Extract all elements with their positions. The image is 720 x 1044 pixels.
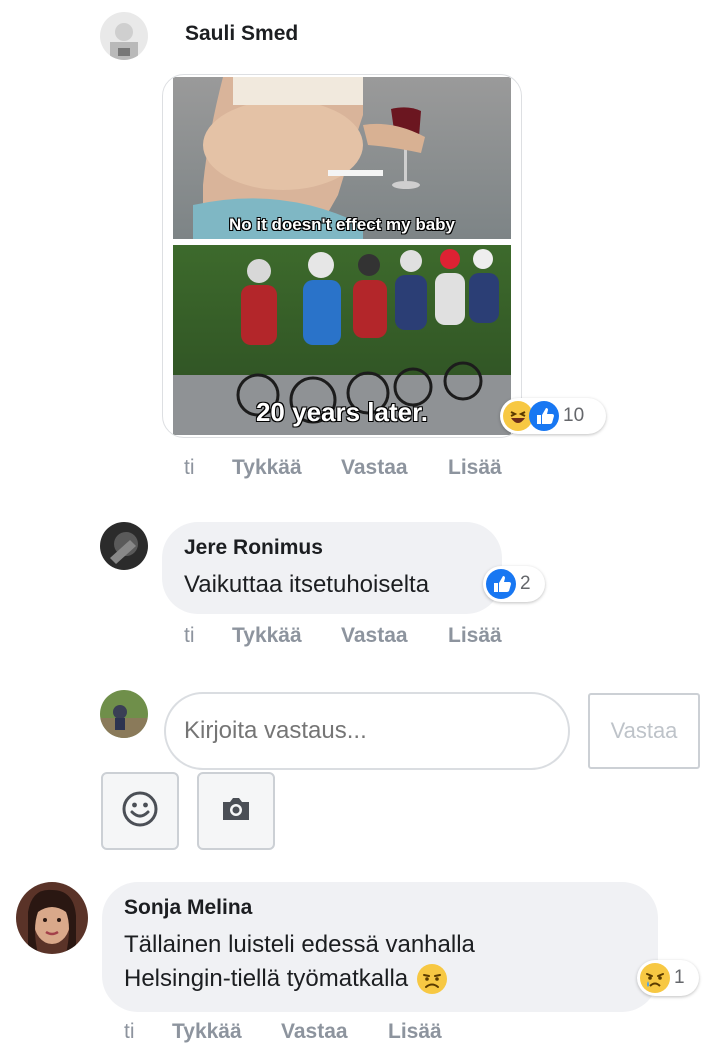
comment-actions: ti Tykkää Vastaa Lisää <box>0 624 720 654</box>
comment-actions: ti Tykkää Vastaa Lisää <box>0 456 720 486</box>
worried-face-emoji <box>416 963 448 995</box>
avatar-current-user <box>100 690 148 738</box>
reaction-summary[interactable]: 2 <box>483 566 545 602</box>
avatar-jere-ronimus[interactable] <box>100 522 148 570</box>
comment-bubble: Jere Ronimus Vaikuttaa itsetuhoiselta <box>162 522 502 614</box>
comment-text: Vaikuttaa itsetuhoiselta <box>184 571 430 598</box>
reply-button[interactable]: Vastaa <box>341 456 408 480</box>
reply-button[interactable]: Vastaa <box>281 1020 348 1044</box>
timestamp[interactable]: ti <box>124 1020 135 1044</box>
more-button[interactable]: Lisää <box>448 624 502 648</box>
timestamp[interactable]: ti <box>184 624 195 648</box>
comment-actions: ti Tykkää Vastaa Lisää <box>0 1020 720 1044</box>
photo-top-caption: No it doesn't effect my baby <box>228 215 456 234</box>
like-icon <box>486 569 516 599</box>
photo-illustration <box>173 77 511 435</box>
reaction-count: 10 <box>563 405 585 426</box>
reply-button[interactable]: Vastaa <box>341 624 408 648</box>
more-button[interactable]: Lisää <box>448 456 502 480</box>
emoji-button[interactable] <box>101 772 179 850</box>
reaction-summary[interactable]: 10 <box>500 398 606 434</box>
comment-text-line-2: Helsingin-tiellä työmatkalla <box>124 962 475 996</box>
comment-photo[interactable]: No it doesn't effect my baby 20 years la… <box>162 74 522 438</box>
like-button[interactable]: Tykkää <box>232 624 302 648</box>
author-name[interactable]: Sauli Smed <box>185 22 298 46</box>
reaction-summary[interactable]: 1 <box>637 960 699 996</box>
camera-button[interactable] <box>197 772 275 850</box>
comment-text: Tällainen luisteli edessä vanhalla Helsi… <box>124 928 475 996</box>
emoji-icon <box>121 790 159 833</box>
comment-text-line: Helsingin-tiellä työmatkalla <box>124 965 409 992</box>
like-button[interactable]: Tykkää <box>172 1020 242 1044</box>
avatar-sonja-melina[interactable] <box>16 882 88 954</box>
reply-input[interactable] <box>164 692 570 770</box>
comment-text-line: Tällainen luisteli edessä vanhalla <box>124 931 475 958</box>
like-icon <box>529 401 559 431</box>
more-button[interactable]: Lisää <box>388 1020 442 1044</box>
author-name[interactable]: Sonja Melina <box>124 896 252 920</box>
like-button[interactable]: Tykkää <box>232 456 302 480</box>
photo-bottom-caption: 20 years later. <box>255 397 429 427</box>
comment-bubble: Sonja Melina Tällainen luisteli edessä v… <box>102 882 658 1012</box>
author-name[interactable]: Jere Ronimus <box>184 536 323 560</box>
timestamp[interactable]: ti <box>184 456 195 480</box>
reply-submit-button[interactable]: Vastaa <box>588 693 700 769</box>
camera-icon <box>217 790 255 833</box>
reaction-count: 1 <box>674 967 685 988</box>
avatar-sauli-smed[interactable] <box>100 12 148 60</box>
reaction-count: 2 <box>520 573 531 594</box>
sad-icon <box>640 963 670 993</box>
